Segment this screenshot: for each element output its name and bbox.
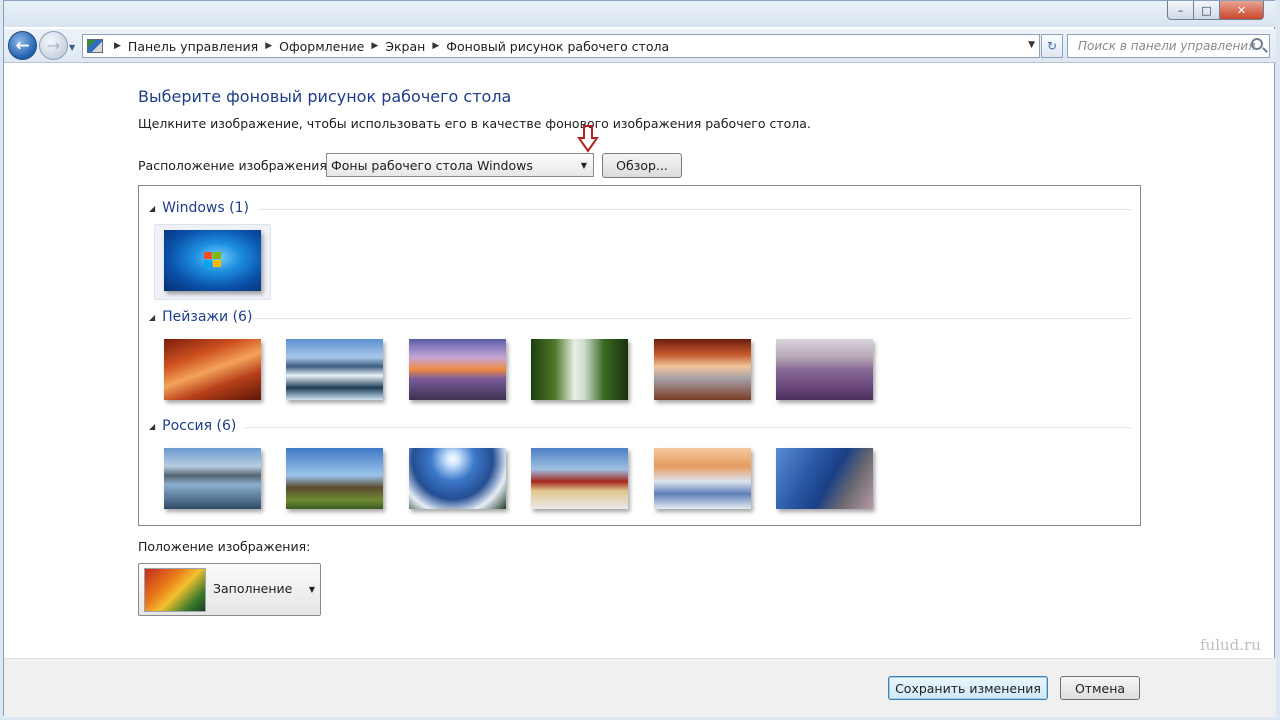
collapse-icon[interactable]: ◢ [149, 422, 155, 431]
chevron-right-icon[interactable]: ▶ [114, 41, 121, 51]
group-title: Windows (1) [162, 200, 249, 216]
refresh-icon: ↻ [1046, 39, 1058, 53]
breadcrumb-desktop-background[interactable]: Фоновый рисунок рабочего стола [446, 39, 669, 54]
back-arrow-icon: ← [15, 35, 30, 56]
group-header-landscapes[interactable]: ◢ Пейзажи (6) [149, 309, 252, 325]
location-select-value: Фоны рабочего стола Windows [331, 157, 533, 173]
recent-pages-dropdown[interactable]: ▼ [69, 43, 75, 52]
thumb-snowy-mountain[interactable] [409, 448, 506, 509]
watermark: fulud.ru [1200, 636, 1261, 654]
group-title: Пейзажи (6) [162, 309, 253, 325]
window-frame: – □ ✕ ← → ▼ ▶ Панель управления ▶ Оформл… [0, 0, 1280, 720]
caption-buttons: – □ ✕ [1167, 1, 1264, 20]
thumb-red-square[interactable] [531, 448, 628, 509]
minimize-button[interactable]: – [1167, 1, 1194, 20]
save-changes-button[interactable]: Сохранить изменения [888, 676, 1048, 700]
breadcrumb-display[interactable]: Экран [385, 39, 425, 54]
forward-button[interactable]: → [39, 31, 68, 60]
chevron-down-icon: ▼ [308, 585, 315, 594]
thumb-waterfall[interactable] [531, 339, 628, 400]
thumb-ice-lake[interactable] [286, 339, 383, 400]
search-input[interactable]: Поиск в панели управления [1067, 34, 1270, 58]
thumb-windows-7[interactable] [164, 230, 261, 291]
group-header-windows[interactable]: ◢ Windows (1) [149, 200, 249, 216]
navigation-bar: ← → ▼ ▶ Панель управления ▶ Оформление ▶… [4, 29, 1276, 63]
group-divider [245, 427, 1131, 428]
group-divider [259, 209, 1131, 210]
thumb-lavender-field[interactable] [776, 339, 873, 400]
footer-bar: Сохранить изменения Отмена [4, 658, 1276, 717]
location-select[interactable]: Фоны рабочего стола Windows ▼ [326, 153, 594, 177]
group-divider [251, 318, 1131, 319]
chevron-down-icon: ▼ [580, 161, 587, 170]
down-arrow-icon [577, 125, 599, 153]
control-panel-icon [87, 39, 103, 53]
refresh-button[interactable]: ↻ [1041, 34, 1063, 58]
thumb-rocky-shore[interactable] [409, 339, 506, 400]
wallpaper-gallery: ◢ Windows (1) ◢ Пейзажи (6) ◢ Россия (6) [138, 185, 1141, 526]
thumb-mountain-lake[interactable] [164, 448, 261, 509]
back-button[interactable]: ← [8, 31, 37, 60]
position-label: Положение изображения: [138, 539, 311, 554]
group-title: Россия (6) [162, 418, 237, 434]
thumb-winter-bridge[interactable] [654, 448, 751, 509]
collapse-icon[interactable]: ◢ [149, 204, 155, 213]
collapse-icon[interactable]: ◢ [149, 313, 155, 322]
page-title: Выберите фоновый рисунок рабочего стола [138, 87, 512, 106]
search-placeholder: Поиск в панели управления [1078, 39, 1256, 53]
position-select[interactable]: Заполнение ▼ [138, 563, 321, 616]
title-bar: – □ ✕ [4, 1, 1276, 27]
forward-arrow-icon: → [46, 36, 61, 55]
cancel-button[interactable]: Отмена [1060, 676, 1140, 700]
chevron-right-icon[interactable]: ▶ [432, 41, 439, 51]
breadcrumb-control-panel[interactable]: Панель управления [128, 39, 258, 54]
address-dropdown-icon[interactable]: ▼ [1028, 40, 1035, 50]
thumb-arch-rock[interactable] [654, 339, 751, 400]
location-label: Расположение изображения: [138, 158, 332, 173]
maximize-button[interactable]: □ [1194, 1, 1220, 20]
search-icon[interactable] [1251, 38, 1263, 50]
thumb-windmill[interactable] [286, 448, 383, 509]
page-description: Щелкните изображение, чтобы использовать… [138, 116, 811, 131]
breadcrumb-appearance[interactable]: Оформление [279, 39, 364, 54]
browse-button[interactable]: Обзор... [602, 153, 682, 178]
position-select-value: Заполнение [213, 581, 293, 596]
chevron-right-icon[interactable]: ▶ [371, 41, 378, 51]
close-button[interactable]: ✕ [1220, 1, 1264, 20]
address-bar[interactable]: ▶ Панель управления ▶ Оформление ▶ Экран… [82, 34, 1040, 58]
thumb-red-canyon[interactable] [164, 339, 261, 400]
windows-logo-icon [204, 252, 221, 267]
window: – □ ✕ ← → ▼ ▶ Панель управления ▶ Оформл… [3, 0, 1276, 717]
position-preview-image [144, 568, 206, 612]
group-header-russia[interactable]: ◢ Россия (6) [149, 418, 236, 434]
chevron-right-icon[interactable]: ▶ [265, 41, 272, 51]
thumb-coastal-cliff[interactable] [776, 448, 873, 509]
